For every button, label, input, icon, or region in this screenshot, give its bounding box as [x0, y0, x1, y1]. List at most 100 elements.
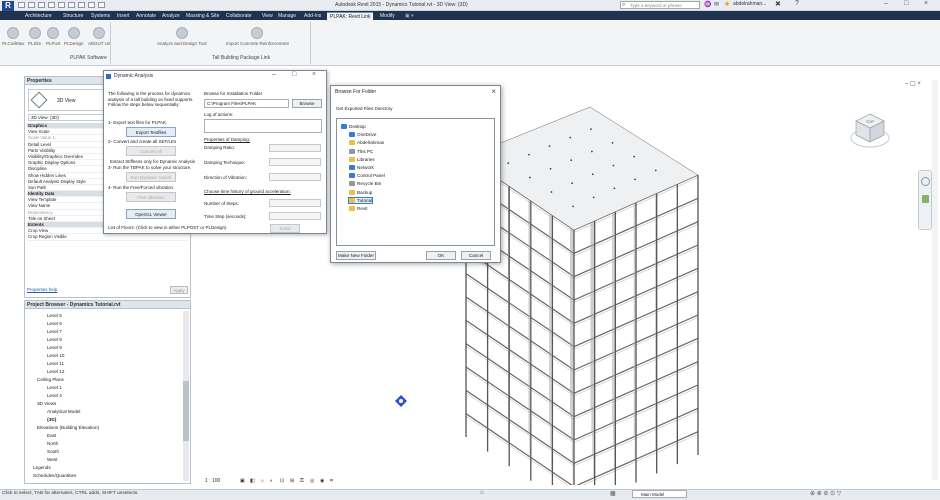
browser-item[interactable]: Level 12 [47, 369, 64, 374]
section-icon[interactable] [98, 2, 105, 8]
tab-massing[interactable]: Massing & Site [186, 12, 219, 20]
maximize-icon[interactable]: □ [904, 0, 908, 7]
browser-item[interactable]: Level 8 [47, 337, 62, 342]
import-reinforcement-button[interactable]: Import Concrete Reinforcement [226, 27, 289, 46]
search-input[interactable]: ⌕ Type a keyword or phrase [620, 1, 700, 9]
plpost-button[interactable]: PLPost [46, 27, 61, 46]
reveal-hidden-icon[interactable]: ◉ [320, 478, 324, 484]
folder-tree-item[interactable]: Desktop [341, 124, 366, 129]
project-browser-scrollbar[interactable] [183, 311, 189, 481]
browser-item[interactable]: Schedules/Quantities [33, 473, 76, 478]
folder-tree-item[interactable]: Network [349, 165, 374, 170]
browser-item[interactable]: 3D Views [37, 401, 56, 406]
opengl-viewer-button[interactable]: OpenGL Viewer [126, 209, 176, 219]
minimize-icon[interactable]: – [884, 0, 888, 7]
view-scale[interactable]: 1 : 100 [205, 478, 220, 484]
make-new-folder-button[interactable]: Make New Folder [336, 251, 376, 260]
browser-item[interactable]: Level 7 [47, 329, 62, 334]
browser-item[interactable]: West [47, 457, 57, 462]
browser-item[interactable]: Elevations (Building Elevation) [37, 425, 99, 430]
folder-tree-item[interactable]: Backup [349, 189, 372, 195]
browser-item[interactable]: Level 4 [47, 393, 62, 398]
crop-view-icon[interactable]: ⊡ [280, 478, 284, 484]
pldesign-button[interactable]: PLDesign [64, 27, 84, 46]
browser-item[interactable]: Level 10 [47, 353, 64, 358]
tab-view[interactable]: View [262, 12, 273, 20]
browser-item[interactable]: Level 5 [47, 313, 62, 318]
visual-style-icon[interactable]: ◧ [250, 478, 255, 484]
run-solver-button[interactable]: Run Dynamic Solver [126, 172, 176, 182]
folder-tree-item[interactable]: Tutorial [347, 196, 374, 204]
zoom-icon[interactable] [922, 195, 929, 203]
time-step-field[interactable] [269, 212, 321, 220]
tab-systems[interactable]: Systems [91, 12, 110, 20]
steering-wheel-icon[interactable] [921, 177, 930, 186]
user-menu[interactable]: abdelrahman... [733, 1, 766, 7]
analyze-design-tool-button[interactable]: Analyze and Design Tool [157, 27, 206, 46]
damping-ratio-field[interactable] [269, 144, 321, 152]
tab-manage[interactable]: Manage [278, 12, 296, 20]
view-window-controls[interactable]: – ▢ × [905, 80, 921, 87]
folder-tree-item[interactable]: Recycle Bin [349, 181, 381, 187]
binoculars-icon[interactable]: ♒ [704, 1, 711, 8]
tab-plpak-revit-link[interactable]: PLPAK: Revit Link [327, 12, 374, 20]
scrollbar-thumb[interactable] [183, 381, 189, 441]
temp-hide-icon[interactable]: ◎ [310, 478, 314, 484]
properties-help-link[interactable]: Properties help [27, 287, 57, 292]
browse-button[interactable]: Browse [292, 99, 322, 108]
export-textfiles-button[interactable]: Export Textfiles [126, 127, 176, 137]
selection-filter-icons[interactable]: ⊕ ⊗ ⊘ ⊙ ▽ [810, 490, 841, 497]
tab-modify[interactable]: Modify [380, 12, 395, 20]
folder-tree[interactable]: Desktop OneDrive Abdelrahman This PC Librari… [336, 118, 495, 246]
tab-architecture[interactable]: Architecture [25, 12, 52, 20]
folder-tree-item[interactable]: Libraries [349, 156, 375, 162]
browser-item[interactable]: Level 9 [47, 345, 62, 350]
folder-tree-item[interactable]: This PC [349, 148, 373, 154]
browser-item[interactable]: North [47, 441, 58, 446]
open-icon[interactable] [18, 2, 25, 8]
maximize-icon[interactable]: □ [292, 71, 296, 78]
analytical-model-icon[interactable]: ⌗ [330, 478, 333, 484]
tab-annotate[interactable]: Annotate [136, 12, 156, 20]
tab-add-ins[interactable]: Add-Ins [304, 12, 321, 20]
navigation-bar[interactable] [918, 170, 932, 230]
direction-select[interactable] [269, 173, 321, 181]
redo-icon[interactable] [48, 2, 55, 8]
detail-level-icon[interactable]: ▣ [240, 478, 245, 484]
help-icon[interactable]: ? [795, 0, 799, 7]
apply-button[interactable]: Apply [170, 286, 188, 294]
close-icon[interactable]: × [312, 71, 316, 78]
active-model-select[interactable]: Main Model [632, 490, 687, 498]
3d-view-icon[interactable] [88, 2, 95, 8]
design-options-icon[interactable]: ▦ [610, 490, 616, 497]
minimize-icon[interactable]: – [272, 71, 276, 78]
text-icon[interactable] [78, 2, 85, 8]
revit-logo-icon[interactable]: R [2, 1, 14, 11]
browser-item[interactable]: Level 11 [47, 361, 64, 366]
browser-item[interactable]: East [47, 433, 56, 438]
tab-structure[interactable]: Structure [63, 12, 83, 20]
save-icon[interactable] [28, 2, 35, 8]
tab-analyze[interactable]: Analyze [162, 12, 180, 20]
free-vibration-button[interactable]: Free vibration [126, 192, 176, 202]
folder-tree-item[interactable]: Control Panel [349, 173, 385, 179]
install-path-field[interactable]: C:\Program Files\PLPAK [204, 99, 289, 108]
browser-item[interactable]: Level 1 [47, 385, 62, 390]
view-scrollbar[interactable] [932, 80, 938, 480]
show-crop-icon[interactable]: ⊞ [290, 478, 294, 484]
measure-icon[interactable] [68, 2, 75, 8]
browser-item[interactable]: Level 6 [47, 321, 62, 326]
folder-tree-item[interactable]: Revit [349, 206, 367, 211]
browser-item[interactable]: Legends [33, 465, 51, 470]
convert-all-button[interactable]: Convert All [126, 146, 176, 156]
sun-path-icon[interactable]: ☼ [260, 478, 265, 484]
shadows-icon[interactable]: ◐ [270, 478, 273, 484]
subscription-icon[interactable]: ✉ [714, 1, 719, 8]
log-textbox[interactable] [204, 119, 322, 133]
viewcube[interactable]: TOP [850, 110, 890, 150]
ribbon-toggle-icon[interactable]: ▣ ▾ [405, 12, 414, 20]
plslm-button[interactable]: PLSlm [28, 27, 41, 46]
lock-view-icon[interactable]: ⚿ [300, 478, 304, 484]
plcivilmax-button[interactable]: PLCivilMax [2, 27, 25, 46]
close-icon[interactable]: × [924, 0, 928, 7]
